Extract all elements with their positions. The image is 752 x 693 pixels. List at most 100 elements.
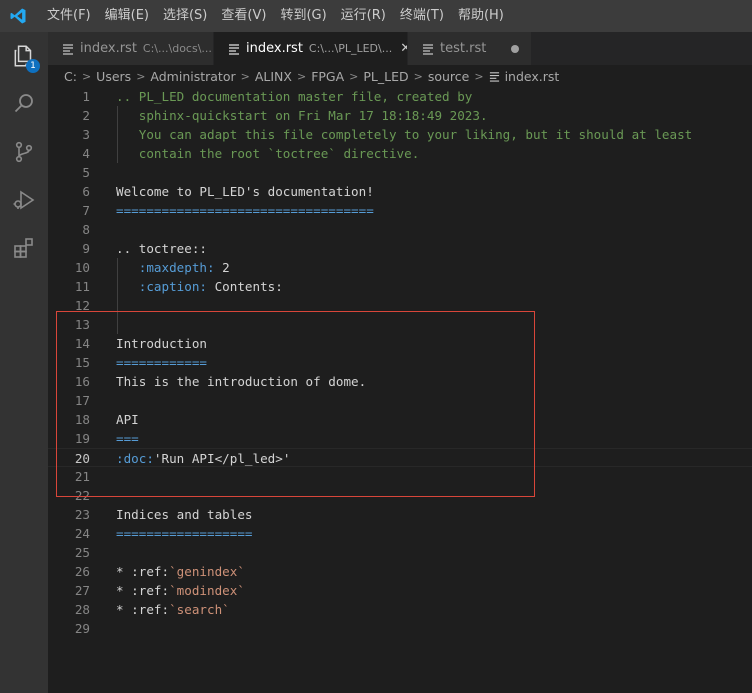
line-number: 17 xyxy=(74,393,90,408)
tab-index-rst-docs[interactable]: index.rst C:\...\docs\... xyxy=(48,32,214,65)
code-line[interactable]: 25 xyxy=(48,543,752,562)
code-line[interactable]: 18 API xyxy=(48,410,752,429)
code-token: `genindex` xyxy=(169,564,245,579)
code-text: :doc:'Run API</pl_led>' xyxy=(116,449,290,468)
breadcrumb-alinx[interactable]: ALINX xyxy=(255,69,292,84)
line-number: 18 xyxy=(74,412,90,427)
code-line[interactable]: 16 This is the introduction of dome. xyxy=(48,372,752,391)
line-number: 27 xyxy=(74,583,90,598)
menu-item[interactable]: 查看(V) xyxy=(214,0,273,32)
code-line[interactable]: 21 xyxy=(48,467,752,486)
extensions-icon[interactable] xyxy=(0,224,48,272)
menu-item[interactable]: 选择(S) xyxy=(156,0,214,32)
code-line[interactable]: 27 * :ref:`modindex` xyxy=(48,581,752,600)
chevron-right-icon: > xyxy=(413,69,423,83)
run-debug-icon[interactable] xyxy=(0,176,48,224)
line-number: 16 xyxy=(74,374,90,389)
code-line[interactable]: 1 .. PL_LED documentation master file, cr… xyxy=(48,87,752,106)
code-line[interactable]: 7 ================================== xyxy=(48,201,752,220)
code-text: === xyxy=(116,429,139,448)
code-token: * xyxy=(116,564,132,579)
breadcrumb: C: > Users > Administrator > ALINX > FPG… xyxy=(48,65,752,87)
code-line[interactable]: 23 Indices and tables xyxy=(48,505,752,524)
breadcrumb-administrator[interactable]: Administrator xyxy=(150,69,235,84)
code-line[interactable]: 14 Introduction xyxy=(48,334,752,353)
code-line[interactable]: 3 You can adapt this file completely to … xyxy=(48,125,752,144)
close-icon[interactable]: ✕ xyxy=(400,41,407,57)
code-line[interactable]: 28 * :ref:`search` xyxy=(48,600,752,619)
code-text: * :ref:`genindex` xyxy=(116,562,245,581)
breadcrumb-source[interactable]: source xyxy=(428,69,470,84)
code-text: :maxdepth: 2 xyxy=(116,258,230,277)
search-icon[interactable] xyxy=(0,80,48,128)
line-number: 10 xyxy=(74,260,90,275)
breadcrumb-file[interactable]: index.rst xyxy=(505,69,560,84)
code-line[interactable]: 22 xyxy=(48,486,752,505)
code-token: `modindex` xyxy=(169,583,245,598)
code-token: :ref: xyxy=(131,583,170,598)
line-number: 21 xyxy=(74,469,90,484)
breadcrumb-fpga[interactable]: FPGA xyxy=(311,69,344,84)
menu-item[interactable]: 终端(T) xyxy=(393,0,451,32)
line-number: 3 xyxy=(82,127,90,142)
file-lines-icon xyxy=(422,43,434,55)
code-text: API xyxy=(116,410,139,429)
code-text: ============ xyxy=(116,353,207,372)
code-line[interactable]: 9 .. toctree:: xyxy=(48,239,752,258)
code-line[interactable]: 29 xyxy=(48,619,752,638)
code-token: * xyxy=(116,602,132,617)
code-line[interactable]: 20:doc:'Run API</pl_led>' xyxy=(48,448,752,467)
file-lines-icon xyxy=(228,43,240,55)
source-control-icon[interactable] xyxy=(0,128,48,176)
tab-bar: index.rst C:\...\docs\... index.rst C:\.… xyxy=(48,32,752,65)
chevron-right-icon: > xyxy=(81,69,92,83)
code-line[interactable]: 2 sphinx-quickstart on Fri Mar 17 18:18:… xyxy=(48,106,752,125)
code-line[interactable]: 8 xyxy=(48,220,752,239)
code-token: :doc: xyxy=(116,451,154,466)
code-editor[interactable]: 1 .. PL_LED documentation master file, cr… xyxy=(48,87,752,693)
code-text: Indices and tables xyxy=(116,505,252,524)
line-number: 8 xyxy=(82,222,90,237)
code-text: Welcome to PL_LED's documentation! xyxy=(116,182,374,201)
code-line[interactable]: 4 contain the root `toctree` directive. xyxy=(48,144,752,163)
chevron-right-icon: > xyxy=(240,69,250,83)
code-line[interactable]: 26 * :ref:`genindex` xyxy=(48,562,752,581)
breadcrumb-drive[interactable]: C: xyxy=(64,69,77,84)
code-line[interactable]: 15 ============ xyxy=(48,353,752,372)
code-token: 2 xyxy=(214,260,230,275)
line-number: 2 xyxy=(82,108,90,123)
menu-item[interactable]: 编辑(E) xyxy=(98,0,156,32)
code-line[interactable]: 13 xyxy=(48,315,752,334)
code-line[interactable]: 19 === xyxy=(48,429,752,448)
menu-item[interactable]: 帮助(H) xyxy=(451,0,511,32)
code-token: .. toctree:: xyxy=(116,241,207,256)
explorer-icon[interactable]: 1 xyxy=(0,32,48,80)
vscode-logo-icon xyxy=(8,6,28,26)
line-number: 13 xyxy=(74,317,90,332)
code-token: sphinx-quickstart on Fri Mar 17 18:18:49… xyxy=(116,108,488,123)
breadcrumb-pl-led[interactable]: PL_LED xyxy=(363,69,408,84)
menu-item[interactable]: 转到(G) xyxy=(273,0,333,32)
menu-item[interactable]: 文件(F) xyxy=(40,0,98,32)
line-number: 24 xyxy=(74,526,90,541)
code-line[interactable]: 11 :caption: Contents: xyxy=(48,277,752,296)
code-line[interactable]: 5 xyxy=(48,163,752,182)
tab-test-rst[interactable]: test.rst xyxy=(408,32,532,65)
line-number: 25 xyxy=(74,545,90,560)
code-line[interactable]: 10 :maxdepth: 2 xyxy=(48,258,752,277)
line-number: 29 xyxy=(74,621,90,636)
tab-index-rst-pl-led[interactable]: index.rst C:\...\PL_LED\... ✕ xyxy=(214,32,408,65)
unsaved-dot-icon[interactable] xyxy=(508,41,521,57)
code-line[interactable]: 24 ================== xyxy=(48,524,752,543)
line-number: 9 xyxy=(82,241,90,256)
code-token: You can adapt this file completely to yo… xyxy=(116,127,693,142)
file-lines-icon xyxy=(489,70,501,82)
tab-description: C:\...\docs\... xyxy=(142,42,212,55)
line-number: 22 xyxy=(74,488,90,503)
breadcrumb-users[interactable]: Users xyxy=(96,69,131,84)
code-line[interactable]: 6 Welcome to PL_LED's documentation! xyxy=(48,182,752,201)
code-line[interactable]: 17 xyxy=(48,391,752,410)
code-line[interactable]: 12 xyxy=(48,296,752,315)
menu-item[interactable]: 运行(R) xyxy=(334,0,393,32)
